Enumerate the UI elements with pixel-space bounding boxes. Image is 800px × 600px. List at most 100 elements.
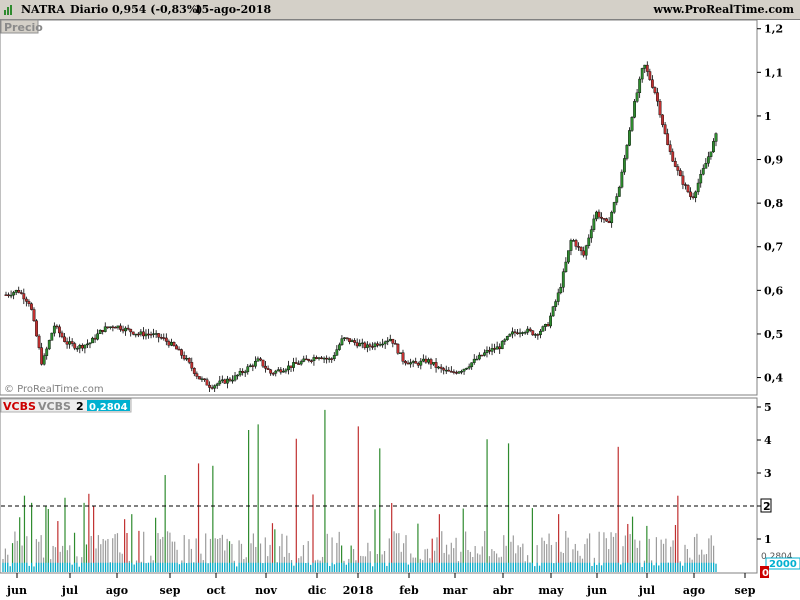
candle-body [152,333,155,335]
candle-body [460,371,463,373]
candle-body [75,347,79,350]
candle-body [167,341,171,346]
candle-body [485,349,489,354]
candle-body [508,333,512,337]
candle-body [98,329,102,335]
candle-body [58,326,61,334]
candle-body [121,329,125,332]
candle-body [27,301,31,304]
candle-body [531,330,535,336]
volume-panel-frame[interactable] [0,397,758,574]
candle-body [449,371,453,373]
candle-body [131,331,135,335]
candle-body [564,261,568,272]
candle-body [376,343,379,346]
candle-body [195,373,199,377]
price-tick-label: 0,8 [764,197,783,210]
candle-body [617,186,621,197]
candle-body [503,339,507,342]
candle-body [589,229,593,239]
candle-body [442,368,446,371]
candle-body [541,326,545,332]
candle-body [561,271,565,288]
candle-body [411,361,415,363]
vcbs-label-gray: VCBS [38,400,71,413]
candle-body [136,333,140,336]
candle-body [198,376,201,380]
candle-body [50,332,54,341]
price-tick-label: 0,5 [764,328,783,341]
x-axis: jun jul ago sep oct nov dic 2018 feb mar abr may jun… [6,573,756,597]
candle-body [154,333,158,335]
candle-body [248,365,252,367]
candle-body [317,357,321,359]
candle-body [706,156,710,164]
candle-body [396,343,400,354]
candle-body [643,64,647,69]
x-tick-label: ago [683,584,705,597]
candle-body [488,349,491,352]
x-tick-label: mar [443,584,468,597]
candle-body [256,358,260,362]
price-tick-label: 0,6 [764,284,783,297]
candle-body [309,360,313,362]
candle-body [208,384,211,388]
candle-body [24,298,28,302]
candle-body [368,344,372,347]
candle-body [340,338,344,346]
candle-body [162,337,166,339]
candle-body [231,379,234,382]
candle-body [393,343,397,345]
volume-tick-label: 5 [764,401,772,414]
candle-body [108,326,112,328]
candle-body [190,362,194,369]
candle-body [424,358,428,363]
candle-body [546,324,550,327]
cyan-value-marker: 2000 [769,559,797,570]
candle-body [556,292,560,302]
candle-body [241,370,245,373]
price-label-box[interactable]: Precio [0,19,43,34]
candle-body [12,292,16,296]
candle-body [129,328,133,333]
candle-body [266,368,270,370]
x-tick-label: jun [586,584,607,597]
candle-body [60,332,64,338]
candle-body [149,333,153,336]
candle-body [689,191,692,197]
candle-body [19,292,23,294]
candle-body [533,334,537,336]
candle-body [124,327,128,332]
candle-body [164,337,168,342]
candle-body [180,349,183,356]
candle-body [88,342,92,345]
candle-body [233,375,237,381]
candle-body [348,338,351,343]
candle-body [551,306,555,317]
candle-body [355,342,359,347]
volume-label-box[interactable]: VCBS VCBS 2 0,2804 [0,398,132,413]
candle-body [704,163,708,169]
candle-body [22,293,26,300]
candle-body [203,378,206,380]
candle-body [691,196,695,198]
candle-body [633,101,636,118]
candle-body [307,359,311,361]
candle-body [712,141,715,153]
candle-body [668,144,672,152]
volume-tick-label: 4 [764,434,772,447]
candle-body [32,309,36,322]
x-tick-label: abr [493,584,514,597]
candle-body [714,133,718,142]
candle-body [671,151,675,162]
candle-body [187,358,191,363]
candle-body [500,341,504,350]
candle-body [495,346,499,350]
candle-body [582,250,586,256]
candle-body [210,387,214,389]
candle-body [447,369,451,372]
candle-body [498,346,502,350]
candle-body [68,341,72,345]
candle-body [358,343,362,347]
ref-marker: 2 [763,500,771,513]
